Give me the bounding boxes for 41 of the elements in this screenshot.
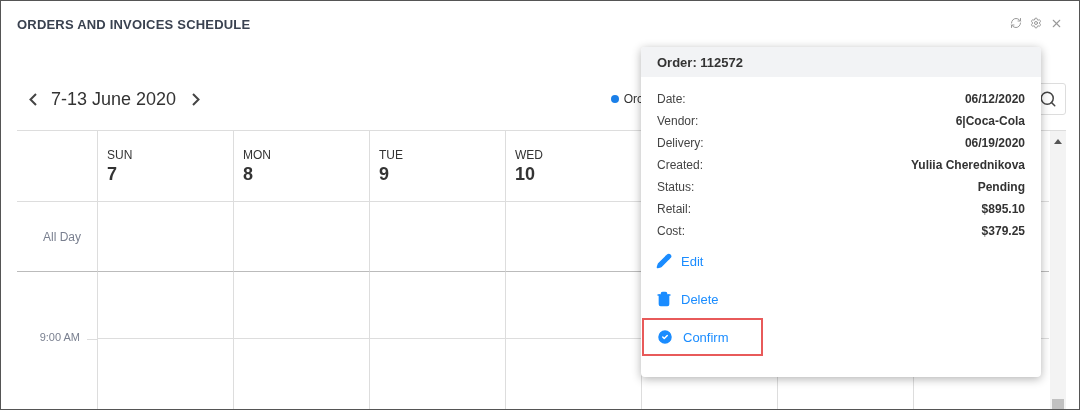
date-range: 7-13 June 2020 (51, 88, 177, 110)
day-name: MON (243, 148, 272, 162)
field-value: Pending (977, 180, 1025, 194)
field-label: Retail: (657, 202, 691, 216)
all-day-label: All Day (43, 229, 81, 244)
next-button[interactable] (192, 92, 201, 106)
day-name: TUE (379, 148, 404, 162)
pencil-icon (656, 253, 672, 269)
field-value: $895.10 (981, 202, 1025, 216)
field-label: Cost: (657, 224, 685, 238)
day-number: 7 (107, 164, 118, 185)
day-name: SUN (107, 148, 134, 162)
field-label: Created: (657, 158, 704, 172)
trash-icon (656, 291, 672, 307)
close-icon[interactable] (1050, 17, 1063, 30)
field-value: 06/19/2020 (964, 136, 1025, 150)
day-number: 9 (379, 164, 390, 185)
popup-title: Order: 112572 (641, 47, 1041, 77)
scroll-up-icon[interactable] (1054, 139, 1062, 144)
field-value: 06/12/2020 (964, 92, 1025, 106)
field-value: $379.25 (981, 224, 1025, 238)
check-circle-icon (656, 328, 674, 346)
settings-icon[interactable] (1030, 17, 1042, 29)
field-label: Delivery: (657, 136, 704, 150)
chevron-left-icon (29, 92, 37, 106)
field-value: Yuliia Cherednikova (910, 158, 1025, 172)
day-name: WED (515, 148, 544, 162)
field-value: 6|Coca-Cola (955, 114, 1025, 128)
day-number: 10 (515, 164, 537, 185)
field-label: Vendor: (657, 114, 699, 128)
search-icon (1039, 90, 1057, 108)
refresh-icon[interactable] (1010, 17, 1022, 29)
scrollbar[interactable] (1050, 131, 1066, 409)
confirm-button[interactable]: Confirm (642, 318, 763, 356)
time-label: 9:00 AM (39, 331, 80, 343)
field-label: Status: (657, 180, 695, 194)
field-label: Date: (657, 92, 686, 106)
window-title: ORDERS AND INVOICES SCHEDULE (17, 17, 251, 32)
chevron-right-icon (192, 92, 201, 106)
previous-button[interactable] (29, 92, 37, 106)
day-number: 8 (243, 164, 254, 185)
